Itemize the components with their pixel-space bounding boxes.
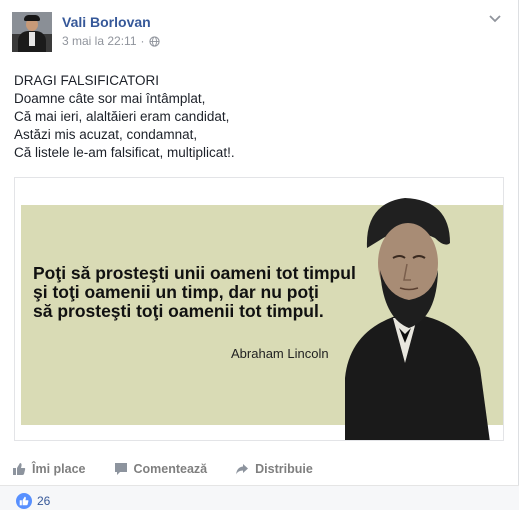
meta-separator: ·: [140, 34, 145, 48]
reaction-count: 26: [37, 494, 51, 508]
post-meta: 3 mai la 22:11 ·: [62, 34, 160, 48]
post-card: Vali Borlovan 3 mai la 22:11 · DRAGI FAL…: [0, 0, 519, 510]
share-button[interactable]: Distribuie: [235, 462, 313, 476]
comment-label: Comentează: [133, 462, 208, 476]
share-label: Distribuie: [255, 462, 313, 476]
post-text-line: DRAGI FALSIFICATORI: [14, 73, 160, 88]
post-text-line: Că mai ieri, alaltăieri eram candidat,: [14, 109, 230, 124]
comment-button[interactable]: Comentează: [114, 462, 208, 476]
thumbs-up-icon: [13, 463, 26, 475]
post-actions: Îmi place Comentează Distribuie: [12, 459, 507, 479]
like-button[interactable]: Îmi place: [12, 462, 86, 476]
share-icon: [236, 464, 249, 475]
post-text-line: Doamne câte sor mai întâmplat,: [14, 91, 206, 106]
like-label: Îmi place: [32, 462, 86, 476]
post-text-line: Astăzi mis acuzat, condamnat,: [14, 127, 198, 142]
post-body: DRAGI FALSIFICATORI Doamne câte sor mai …: [14, 72, 504, 162]
post-text-line: Că listele le-am falsificat, multiplicat…: [14, 145, 235, 160]
globe-icon[interactable]: [148, 35, 160, 47]
reactions-bar: 26: [0, 486, 519, 510]
author-name[interactable]: Vali Borlovan: [62, 14, 151, 30]
like-badge-icon: [16, 493, 32, 509]
reactions-summary[interactable]: 26: [16, 493, 50, 509]
post-timestamp[interactable]: 3 mai la 22:11: [62, 34, 137, 48]
post-photo[interactable]: Poţi să prosteşti unii oameni tot timpul…: [14, 177, 504, 441]
chevron-down-icon[interactable]: [488, 14, 502, 24]
lincoln-portrait: [345, 198, 490, 440]
author-avatar[interactable]: [12, 12, 52, 52]
comment-icon: [114, 463, 127, 475]
